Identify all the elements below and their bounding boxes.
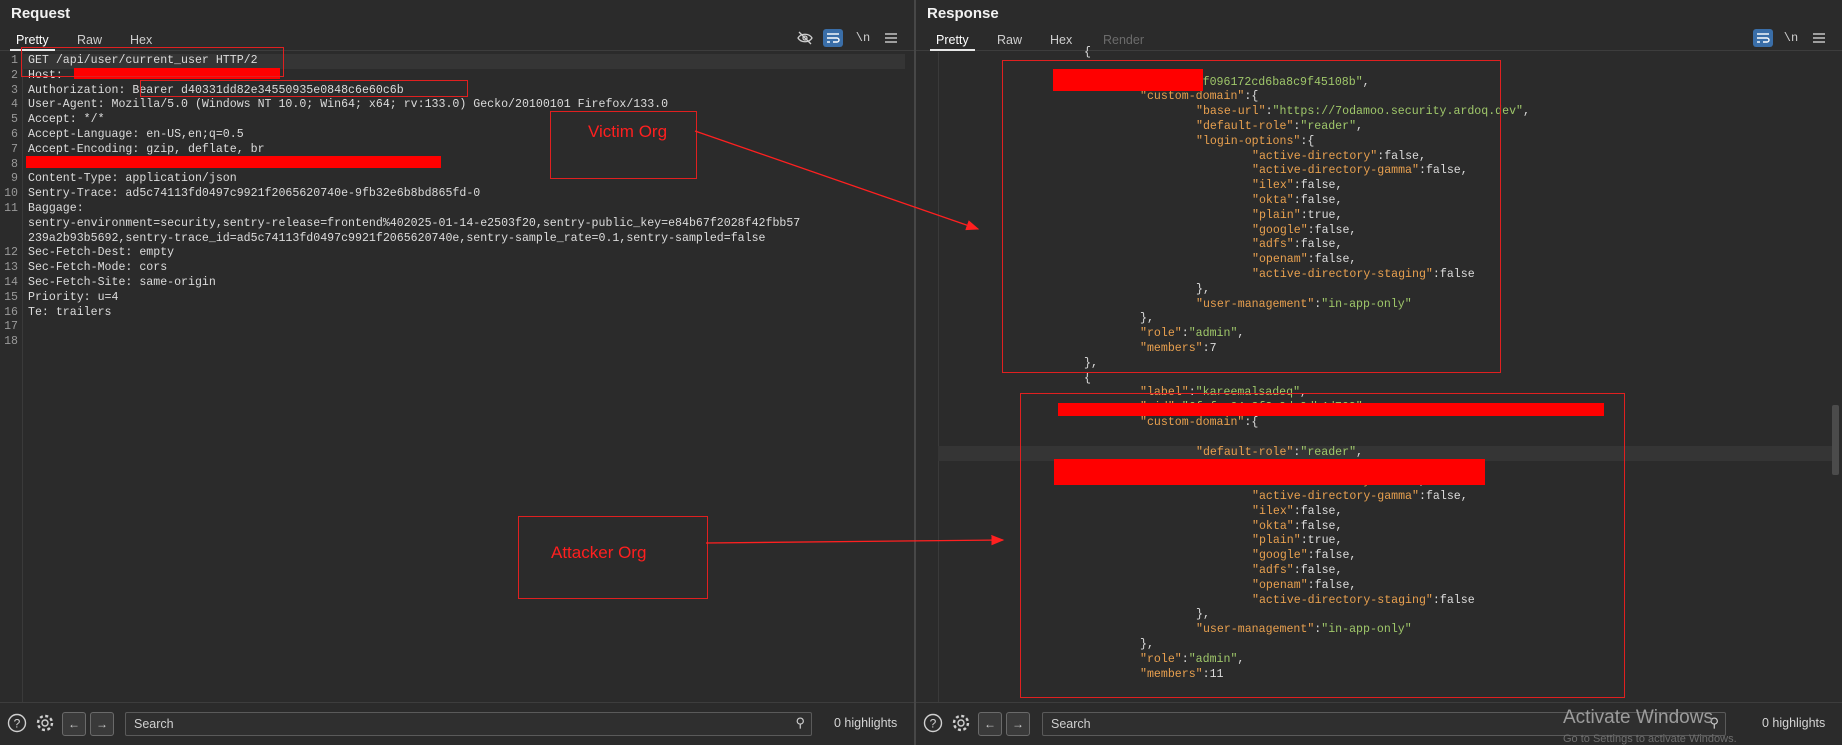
line-number: 6 xyxy=(11,128,18,141)
svg-text:?: ? xyxy=(930,717,937,731)
victim-org-box xyxy=(1002,60,1501,373)
response-tab-raw[interactable]: Raw xyxy=(991,30,1028,50)
response-search-bar: ? ← → ⚲ 0 highlights Activate Windows Go… xyxy=(916,702,1842,745)
request-search: ⚲ xyxy=(125,712,812,736)
victim-org-label: Victim Org xyxy=(588,122,668,141)
menu-icon[interactable] xyxy=(881,29,901,47)
line-number: 11 xyxy=(4,202,18,215)
highlight-box-authorization xyxy=(140,80,468,97)
line-number: 12 xyxy=(4,246,18,260)
request-line: Accept: */* xyxy=(28,113,105,127)
line-number: 13 xyxy=(4,261,18,275)
request-line: sentry-environment=security,sentry-relea… xyxy=(28,216,801,230)
json-punctuation: { xyxy=(1084,46,1091,59)
request-line: Accept-Language: en-US,en;q=0.5 xyxy=(28,128,244,141)
line-number: 1 xyxy=(11,54,18,67)
json-punctuation: { xyxy=(1084,371,1091,385)
line-number: 17 xyxy=(4,320,18,334)
json-punctuation: , xyxy=(1523,105,1530,119)
line-number: 14 xyxy=(4,276,18,289)
redaction-line-8 xyxy=(26,156,441,168)
response-line: { xyxy=(1084,372,1091,387)
svg-text:?: ? xyxy=(14,717,21,731)
redaction-victim-label xyxy=(1053,69,1203,91)
line-number: 2 xyxy=(11,68,18,82)
request-pane: Request Pretty Raw Hex \n 1 GET /api/user… xyxy=(0,0,915,745)
response-tabs: Pretty Raw Hex Render xyxy=(916,28,1842,51)
response-tab-render: Render xyxy=(1103,33,1144,47)
request-line: Priority: u=4 xyxy=(28,290,119,304)
gear-icon[interactable] xyxy=(34,713,56,735)
activate-windows-watermark: Activate Windows xyxy=(1563,707,1713,728)
redaction-attacker-header xyxy=(1058,403,1604,416)
response-tab-pretty[interactable]: Pretty xyxy=(930,30,975,51)
line-number: 5 xyxy=(11,113,18,127)
newline-toggle[interactable]: \n xyxy=(1781,29,1801,47)
response-highlights-count: 0 highlights xyxy=(1762,716,1826,730)
request-search-bar: ? ← → ⚲ 0 highlights xyxy=(0,702,915,745)
request-editor[interactable]: 1 GET /api/user/current_user HTTP/2 2 Host:… xyxy=(0,52,915,703)
response-line: { xyxy=(1084,46,1091,61)
previous-match-button[interactable]: ← xyxy=(978,712,1002,736)
attacker-org-box xyxy=(1020,393,1625,698)
attacker-org-label: Attacker Org xyxy=(551,543,647,562)
request-line: Sec-Fetch-Mode: cors xyxy=(28,261,168,275)
redaction-attacker-base-url xyxy=(1054,459,1485,485)
request-line: Sec-Fetch-Site: same-origin xyxy=(28,276,216,289)
response-search-input[interactable] xyxy=(1049,714,1633,734)
request-line: Sec-Fetch-Dest: empty xyxy=(28,246,175,260)
line-number: 3 xyxy=(11,83,18,97)
request-line: Baggage: xyxy=(28,202,84,215)
help-icon[interactable]: ? xyxy=(922,713,944,735)
help-icon[interactable]: ? xyxy=(6,713,28,735)
request-search-input[interactable] xyxy=(132,714,719,734)
menu-icon[interactable] xyxy=(1809,29,1829,47)
line-number: 8 xyxy=(11,157,18,171)
search-icon: ⚲ xyxy=(795,715,805,730)
previous-match-button[interactable]: ← xyxy=(62,712,86,736)
activate-windows-subtitle: Go to Settings to activate Windows. xyxy=(1563,733,1737,745)
newline-toggle[interactable]: \n xyxy=(853,29,873,47)
request-title: Request xyxy=(11,5,71,22)
line-number: 7 xyxy=(11,142,18,156)
response-tab-hex[interactable]: Hex xyxy=(1044,30,1078,50)
response-title: Response xyxy=(927,5,999,22)
request-line: 239a2b93b5692,sentry-trace_id=ad5c74113f… xyxy=(28,231,766,245)
request-line: Te: trailers xyxy=(28,305,112,319)
request-highlights-count: 0 highlights xyxy=(834,716,898,730)
line-number: 18 xyxy=(4,335,18,349)
line-number: 10 xyxy=(4,187,18,201)
highlight-box-request-line xyxy=(21,47,284,77)
gear-icon[interactable] xyxy=(950,713,972,735)
line-number: 4 xyxy=(11,98,18,112)
next-match-button[interactable]: → xyxy=(1006,712,1030,736)
line-number: 9 xyxy=(11,172,18,186)
wrap-lines-icon[interactable] xyxy=(823,29,843,47)
request-line: Sentry-Trace: ad5c74113fd0497c9921f20656… xyxy=(28,187,481,201)
line-number: 15 xyxy=(4,290,18,304)
line-number: 16 xyxy=(4,305,18,319)
request-line: Content-Type: application/json xyxy=(28,172,237,186)
eye-slash-icon[interactable] xyxy=(795,29,815,47)
response-scrollbar-thumb[interactable] xyxy=(1832,405,1839,475)
next-match-button[interactable]: → xyxy=(90,712,114,736)
wrap-lines-icon[interactable] xyxy=(1753,29,1773,47)
